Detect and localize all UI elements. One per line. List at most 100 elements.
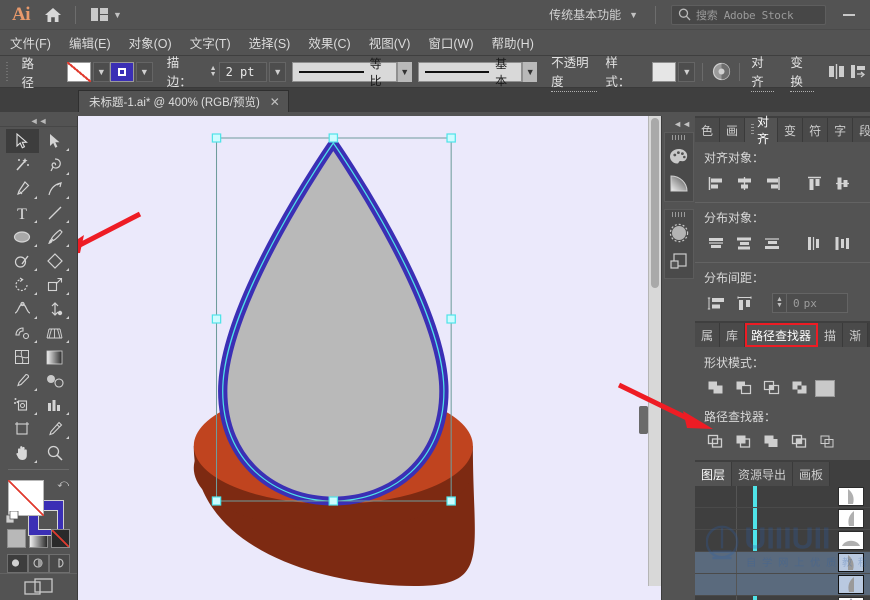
shaper-tool[interactable] — [6, 249, 39, 273]
artboard-tool[interactable] — [6, 417, 39, 441]
symbol-sprayer-tool[interactable] — [6, 393, 39, 417]
menu-effect[interactable]: 效果(C) — [308, 33, 350, 52]
hand-tool[interactable] — [6, 441, 39, 465]
table-row[interactable] — [695, 574, 870, 596]
tab-align[interactable]: 对齐 — [745, 115, 779, 146]
direct-selection-tool[interactable] — [39, 129, 72, 153]
menu-select[interactable]: 选择(S) — [249, 33, 291, 52]
minimize-button[interactable] — [834, 0, 864, 30]
brushes-icon[interactable] — [665, 219, 693, 247]
normal-screen-mode-button[interactable] — [7, 553, 28, 573]
lock-toggle[interactable] — [717, 574, 737, 595]
align-top-icon[interactable] — [800, 171, 828, 195]
table-row[interactable] — [695, 530, 870, 552]
spacing-stepper[interactable]: ▲ ▼ — [772, 293, 786, 313]
tab-properties[interactable]: 属 — [695, 323, 721, 347]
brush-definition-select[interactable]: 基本 — [417, 57, 523, 88]
perspective-grid-tool[interactable] — [39, 321, 72, 345]
blend-tool[interactable] — [39, 369, 72, 393]
menu-object[interactable]: 对象(O) — [129, 33, 172, 52]
eyedropper-tool[interactable] — [6, 369, 39, 393]
tab-layers[interactable]: 图层 — [695, 462, 733, 486]
magic-wand-tool[interactable] — [6, 153, 39, 177]
paintbrush-tool[interactable] — [39, 225, 72, 249]
none-swatch-button[interactable] — [51, 528, 70, 548]
scale-tool[interactable] — [39, 273, 72, 297]
tab-brushes[interactable]: 画 — [720, 118, 746, 142]
table-row[interactable] — [695, 508, 870, 530]
stroke-weight-dropdown-button[interactable]: ▼ — [269, 61, 287, 82]
lock-toggle[interactable] — [717, 552, 737, 573]
gradient-tool[interactable] — [39, 345, 72, 369]
table-row[interactable] — [695, 596, 870, 600]
vertical-distribute-space-icon[interactable] — [702, 291, 730, 315]
layers-list[interactable]: UIIIUII 自学网上优质教程 — [695, 486, 870, 600]
mesh-tool[interactable] — [6, 345, 39, 369]
align-panel-button[interactable]: 对齐 — [751, 52, 775, 92]
fill-color-swatch[interactable] — [66, 61, 92, 82]
document-tab[interactable]: 未标题-1.ai* @ 400% (RGB/预览) ✕ — [78, 90, 289, 112]
collapse-dock-icon[interactable]: ◄◄ — [662, 116, 695, 132]
panel-expand-handle[interactable] — [639, 406, 648, 434]
full-screen-mode-button[interactable] — [49, 553, 70, 573]
table-row[interactable] — [695, 486, 870, 508]
horizontal-distribute-space-icon[interactable] — [730, 291, 758, 315]
curvature-tool[interactable] — [39, 177, 72, 201]
gradient-icon[interactable] — [665, 170, 693, 198]
brush-dropdown-arrow[interactable]: ▼ — [522, 61, 538, 82]
spacing-input[interactable]: 0 px — [786, 293, 848, 313]
trim-icon[interactable] — [730, 430, 758, 454]
tab-asset-export[interactable]: 资源导出 — [732, 462, 794, 486]
rotate-tool[interactable] — [6, 273, 39, 297]
slice-tool[interactable] — [39, 417, 72, 441]
tab-transform[interactable]: 变 — [778, 118, 804, 142]
eraser-tool[interactable] — [39, 249, 72, 273]
tab-gradient[interactable]: 渐 — [843, 323, 869, 347]
align-horizontal-center-icon[interactable] — [730, 171, 758, 195]
stroke-weight-input[interactable]: 2 pt — [218, 61, 268, 82]
swap-fill-stroke-icon[interactable]: ⤺ — [57, 478, 69, 491]
default-fill-stroke-icon[interactable] — [5, 510, 19, 524]
outline-icon[interactable] — [814, 430, 842, 454]
unite-icon[interactable] — [702, 376, 730, 400]
stock-search-input[interactable]: 搜索 Adobe Stock — [671, 4, 826, 25]
distribute-vertical-bottom-icon[interactable] — [758, 231, 786, 255]
tab-character[interactable]: 字 — [828, 118, 854, 142]
dock-grip[interactable] — [665, 133, 693, 142]
close-icon[interactable]: ✕ — [270, 95, 280, 109]
exclude-icon[interactable] — [786, 376, 814, 400]
distribute-horizontal-center-icon[interactable] — [828, 231, 856, 255]
line-segment-tool[interactable] — [39, 201, 72, 225]
arrange-documents-button[interactable]: ▼ — [85, 4, 128, 26]
recolor-artwork-icon[interactable] — [710, 61, 732, 83]
crop-icon[interactable] — [786, 430, 814, 454]
menu-window[interactable]: 窗口(W) — [428, 33, 473, 52]
merge-icon[interactable] — [758, 430, 786, 454]
lock-toggle[interactable] — [717, 486, 737, 507]
menu-edit[interactable]: 编辑(E) — [69, 33, 111, 52]
menu-type[interactable]: 文字(T) — [190, 33, 231, 52]
distribute-vertical-top-icon[interactable] — [702, 231, 730, 255]
change-screen-mode-icon[interactable] — [0, 572, 77, 600]
stroke-dropdown-button[interactable]: ▼ — [135, 61, 153, 82]
tab-libraries[interactable]: 库 — [720, 323, 746, 347]
distribute-horizontal-left-icon[interactable] — [800, 231, 828, 255]
tab-symbols[interactable]: 符 — [803, 118, 829, 142]
selection-tool[interactable] — [6, 129, 39, 153]
divide-icon[interactable] — [702, 430, 730, 454]
table-row[interactable] — [695, 552, 870, 574]
align-vertical-center-icon[interactable] — [828, 171, 856, 195]
color-swatch-button[interactable] — [7, 528, 26, 548]
menu-file[interactable]: 文件(F) — [10, 33, 51, 52]
align-left-icon[interactable] — [702, 171, 730, 195]
expand-button[interactable] — [814, 376, 836, 400]
distribute-vertical-center-icon[interactable] — [730, 231, 758, 255]
tab-stroke[interactable]: 描 — [818, 323, 844, 347]
fill-dropdown-button[interactable]: ▼ — [92, 61, 110, 82]
tab-paragraph[interactable]: 段 — [853, 118, 870, 142]
pen-tool[interactable] — [6, 177, 39, 201]
dock-grip[interactable] — [665, 210, 693, 219]
align-right-icon[interactable] — [758, 171, 786, 195]
canvas-vertical-scrollbar[interactable] — [648, 116, 661, 586]
width-tool[interactable] — [6, 297, 39, 321]
